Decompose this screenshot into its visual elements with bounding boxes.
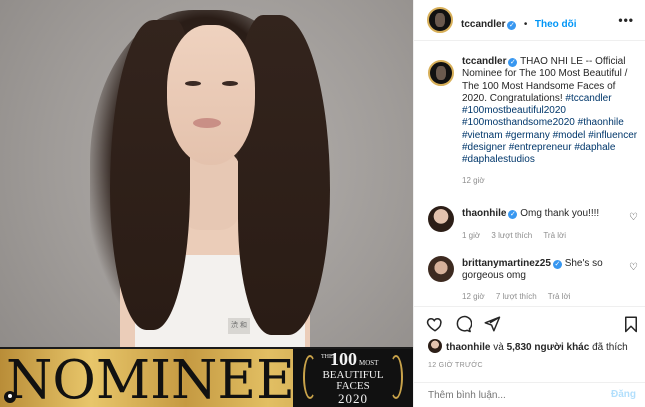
save-bookmark-icon[interactable]	[622, 315, 640, 333]
like-heart-icon[interactable]	[426, 315, 444, 333]
caption-avatar[interactable]	[428, 60, 454, 86]
verified-icon: ✓	[507, 21, 517, 30]
comment-meta: 12 giờ 7 lượt thích Trả lời	[462, 292, 579, 301]
comment-meta: 1 giờ 3 lượt thích Trả lời	[462, 231, 575, 240]
comment-body: brittanymartinez25 ✓ She's so gorgeous om…	[462, 258, 632, 282]
hashtag-link[interactable]: #100mosthandsome2020	[462, 117, 575, 128]
commenter-avatar[interactable]	[428, 206, 454, 232]
comment-text: Omg thank you!!!!	[520, 208, 600, 219]
hashtag-link[interactable]: #tccandler	[565, 93, 611, 104]
add-comment-bar: Đăng	[414, 382, 645, 407]
caption-text-block: tccandler ✓ THAO NHI LE -- Official Nomin…	[462, 56, 638, 187]
dress-tag: 渋 和	[228, 318, 250, 334]
post-photo[interactable]: 渋 和 NOMINEE THE 100 MOST BEAUTIFUL FACES …	[0, 0, 413, 407]
hashtag-link[interactable]: #daphale	[574, 142, 615, 153]
hashtag-link[interactable]: #vietnam	[462, 130, 503, 141]
comment-time[interactable]: 12 giờ	[462, 292, 485, 301]
photo-eye-left	[185, 81, 201, 86]
post-side-panel: tccandler ✓ • Theo dõi ••• tccandler ✓ THA…	[413, 0, 645, 407]
comment-reply-button[interactable]: Trả lời	[543, 231, 566, 240]
share-send-icon[interactable]	[483, 315, 501, 333]
follow-button[interactable]: Theo dõi	[535, 19, 577, 30]
hashtag-link[interactable]: #designer	[462, 142, 506, 153]
hashtag-link[interactable]: #thaonhile	[578, 117, 624, 128]
photo-eye-right	[222, 81, 238, 86]
verified-icon: ✓	[508, 58, 518, 67]
commenter-avatar[interactable]	[428, 256, 454, 282]
nominee-banner: NOMINEE THE 100 MOST BEAUTIFUL FACES 2020	[0, 347, 413, 407]
hashtag-link[interactable]: #influencer	[588, 130, 637, 141]
post-header: tccandler ✓ • Theo dõi •••	[414, 0, 645, 41]
photo-lips	[193, 118, 221, 128]
comment-reply-button[interactable]: Trả lời	[548, 292, 571, 301]
post-actions-bar	[414, 306, 645, 336]
caption-time[interactable]: 12 giờ	[462, 175, 638, 187]
badge-year: 2020	[338, 391, 368, 406]
comment-username[interactable]: thaonhile	[462, 208, 506, 219]
badge-number: 100 MOST	[330, 349, 379, 369]
comment-body: thaonhile ✓ Omg thank you!!!!	[462, 208, 622, 220]
hashtag-link[interactable]: #entrepreneur	[509, 142, 572, 153]
comment-like-heart-icon[interactable]: ♡	[629, 212, 638, 223]
beautiful-faces-badge: THE 100 MOST BEAUTIFUL FACES 2020	[293, 349, 413, 407]
header-separator: •	[523, 19, 528, 30]
more-options-icon[interactable]: •••	[618, 13, 634, 27]
author-avatar[interactable]	[427, 7, 453, 33]
author-line: tccandler ✓ • Theo dõi	[461, 14, 577, 32]
hashtag-link[interactable]: #germany	[505, 130, 549, 141]
comment-input[interactable]	[428, 387, 588, 403]
liker-avatar[interactable]	[428, 339, 442, 353]
comment-time[interactable]: 1 giờ	[462, 231, 480, 240]
nominee-text: NOMINEE	[6, 350, 295, 407]
tagged-user-icon[interactable]	[4, 391, 16, 403]
hashtag-link[interactable]: #model	[553, 130, 586, 141]
comment-likes[interactable]: 3 lượt thích	[491, 231, 532, 240]
likes-summary: thaonhile và 5,830 người khác đã thích	[428, 339, 628, 353]
comment-like-heart-icon[interactable]: ♡	[629, 262, 638, 273]
comment-username[interactable]: brittanymartinez25	[462, 258, 551, 269]
hashtag-link[interactable]: #daphalestudios	[462, 154, 535, 165]
comment-bubble-icon[interactable]	[454, 315, 472, 333]
likes-count[interactable]: 5,830 người khác	[507, 342, 590, 353]
liker-username[interactable]: thaonhile	[446, 342, 490, 353]
post-comment-button[interactable]: Đăng	[611, 389, 636, 400]
likes-and: và	[493, 342, 504, 353]
post-timestamp[interactable]: 12 GIỜ TRƯỚC	[428, 362, 483, 369]
hashtag-link[interactable]: #100mostbeautiful2020	[462, 105, 566, 116]
photo-face	[167, 25, 255, 165]
author-username[interactable]: tccandler	[461, 19, 505, 30]
caption-username[interactable]: tccandler	[462, 56, 506, 67]
comment-likes[interactable]: 7 lượt thích	[496, 292, 537, 301]
verified-icon: ✓	[508, 210, 518, 219]
verified-icon: ✓	[552, 260, 562, 269]
likes-suffix: đã thích	[592, 342, 628, 353]
